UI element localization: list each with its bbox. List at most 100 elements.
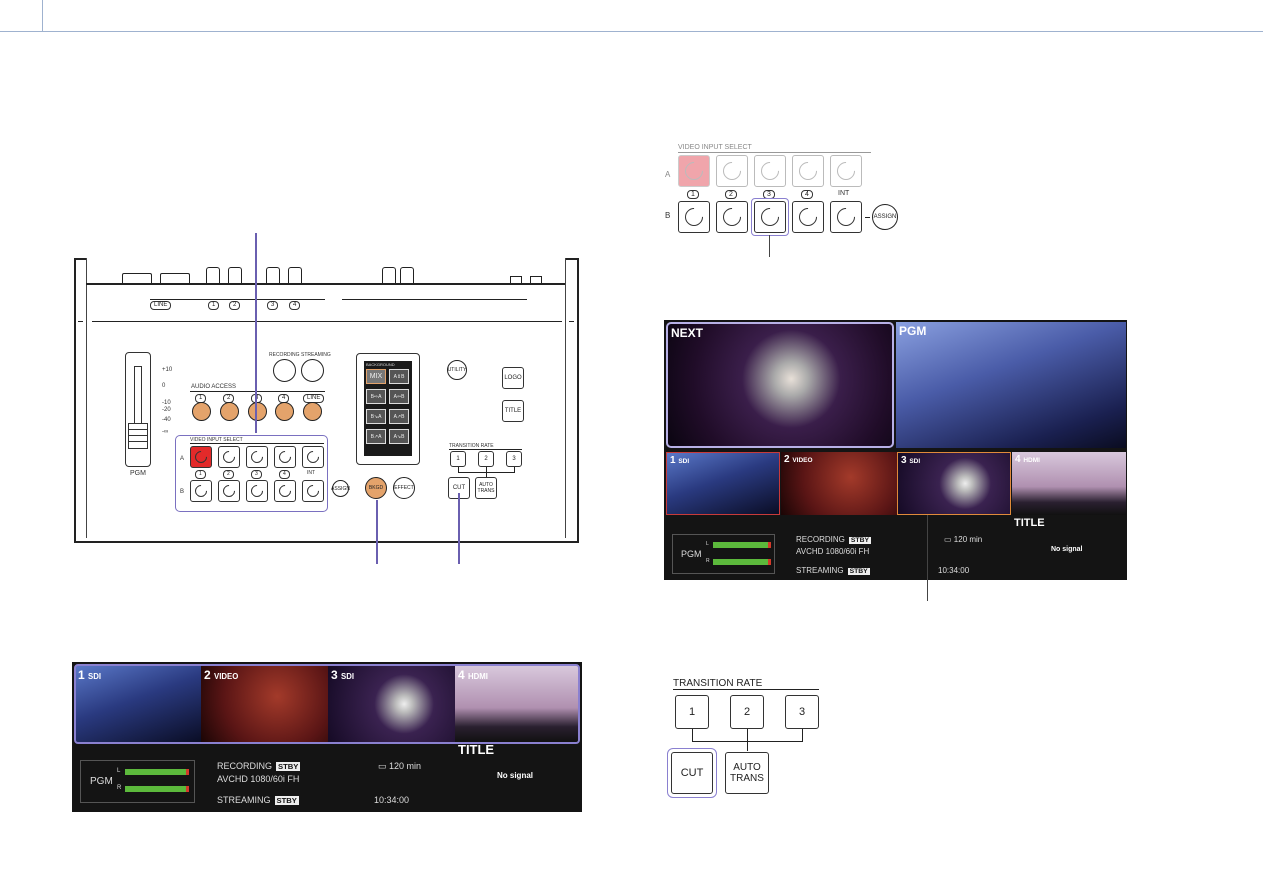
audio-access-title: AUDIO ACCESS bbox=[191, 384, 237, 390]
top-input-1-preview[interactable]: 1 SDI bbox=[666, 452, 780, 515]
input-4-preview[interactable]: 4 HDMI bbox=[455, 666, 579, 742]
streaming-button[interactable] bbox=[301, 359, 324, 382]
tr-zoom-1-button[interactable]: 1 bbox=[675, 695, 709, 729]
top-meter-l-bar bbox=[713, 542, 772, 548]
input-b-2-button[interactable] bbox=[218, 480, 240, 502]
background-effect-button[interactable]: A↗B bbox=[389, 409, 409, 424]
input-b-1-button[interactable] bbox=[190, 480, 212, 502]
vis-zoom-row-a: A bbox=[665, 170, 671, 179]
top-input-3-preview[interactable]: 3 SDI bbox=[897, 452, 1011, 515]
recording-status: RECORDING STBY bbox=[217, 761, 301, 771]
input-a-2-button[interactable] bbox=[218, 446, 240, 468]
vis-zoom-b-3-button[interactable] bbox=[754, 201, 786, 233]
fader-scale-3: -20 bbox=[162, 407, 171, 413]
header-divider bbox=[42, 0, 43, 31]
multiview-monitor-bottom: 1 SDI 2 VIDEO 3 SDI 4 HDMI TITLE PGM L R… bbox=[72, 662, 582, 812]
no-signal-label: No signal bbox=[497, 771, 534, 780]
format-label: AVCHD 1080/60i FH bbox=[217, 774, 300, 784]
transition-rate-1-button[interactable]: 1 bbox=[450, 451, 466, 467]
input-b-4-button[interactable] bbox=[274, 480, 296, 502]
next-label: NEXT bbox=[671, 326, 704, 340]
vis-zoom-b-2-button[interactable] bbox=[716, 201, 748, 233]
assign-button[interactable]: ASSIGN bbox=[331, 480, 350, 497]
vis-zoom-b-1-button[interactable] bbox=[678, 201, 710, 233]
top-meter-r-bar bbox=[713, 559, 772, 565]
tr-zoom-cut-button[interactable]: CUT bbox=[671, 752, 713, 794]
input-label-1: 1 bbox=[195, 470, 206, 479]
vis-zoom-a-1-button[interactable] bbox=[678, 155, 710, 187]
input-a-3-button[interactable] bbox=[246, 446, 268, 468]
top-input-2-preview[interactable]: 2 VIDEO bbox=[781, 452, 897, 515]
fader-label: PGM bbox=[130, 470, 146, 477]
fader-knob[interactable] bbox=[128, 423, 148, 449]
title-button[interactable]: TITLE bbox=[502, 400, 524, 422]
input-b-int-button[interactable] bbox=[302, 480, 324, 502]
callout-line-bkgd bbox=[376, 500, 378, 564]
input-2-preview[interactable]: 2 VIDEO bbox=[201, 666, 328, 742]
jack-label-4: 4 bbox=[289, 301, 301, 310]
input-label-4: 4 bbox=[279, 470, 290, 479]
vis-zoom-b-int-button[interactable] bbox=[830, 201, 862, 233]
background-effect-button[interactable]: A⇦B bbox=[389, 389, 409, 404]
vis-zoom-assign-button[interactable]: ASSIGN bbox=[872, 204, 898, 230]
jack-label-3: 3 bbox=[267, 301, 279, 310]
recording-button[interactable] bbox=[273, 359, 296, 382]
vis-zoom-a-4-button[interactable] bbox=[792, 155, 824, 187]
top-meter-r-label: R bbox=[706, 558, 710, 564]
tr-zoom-2-button[interactable]: 2 bbox=[730, 695, 764, 729]
top-title-label: TITLE bbox=[1014, 517, 1045, 529]
top-pgm-audio-meter: PGM L R bbox=[672, 534, 775, 574]
vis-zoom-label-int: INT bbox=[838, 190, 850, 197]
next-preview[interactable]: NEXT bbox=[666, 322, 894, 448]
audio-access-button-3[interactable] bbox=[248, 402, 267, 421]
background-effect-button[interactable]: A⇕B bbox=[389, 369, 409, 384]
transition-rate-2-button[interactable]: 2 bbox=[478, 451, 494, 467]
audio-access-button-2[interactable] bbox=[220, 402, 239, 421]
input-b-3-button[interactable] bbox=[246, 480, 268, 502]
vis-zoom-a-int-button[interactable] bbox=[830, 155, 862, 187]
bkgd-button[interactable]: BKGD bbox=[365, 477, 387, 499]
tr-zoom-3-button[interactable]: 3 bbox=[785, 695, 819, 729]
streaming-status: STREAMING STBY bbox=[217, 795, 299, 805]
pgm-label: PGM bbox=[899, 324, 927, 338]
top-media-icon: ▭ bbox=[944, 535, 952, 544]
vis-zoom-row-b: B bbox=[665, 211, 671, 220]
meter-r-label: R bbox=[117, 785, 122, 791]
header-rule bbox=[0, 31, 1263, 32]
input-3-preview[interactable]: 3 SDI bbox=[328, 666, 455, 742]
device-diagram: LINE 1 2 3 4 +10 0 -10 -20 -40 -∞ PGM AU… bbox=[70, 255, 590, 545]
effect-button[interactable]: EFFECT bbox=[393, 477, 415, 499]
top-input-4-preview[interactable]: 4 HDMI bbox=[1012, 452, 1126, 515]
vis-zoom-a-2-button[interactable] bbox=[716, 155, 748, 187]
callout-line-vis bbox=[255, 233, 257, 433]
jack-label-line: LINE bbox=[150, 301, 172, 310]
input-1-preview[interactable]: 1 SDI bbox=[75, 666, 201, 742]
pgm-fader[interactable] bbox=[125, 352, 151, 467]
background-effect-button[interactable]: B↗A bbox=[366, 429, 386, 444]
input-a-1-button[interactable] bbox=[190, 446, 212, 468]
background-effect-button[interactable]: A↘B bbox=[389, 429, 409, 444]
utility-button[interactable]: UTILITY bbox=[447, 360, 467, 380]
input-a-4-button[interactable] bbox=[274, 446, 296, 468]
top-no-signal-label: No signal bbox=[1051, 546, 1083, 553]
input-a-int-button[interactable] bbox=[302, 446, 324, 468]
top-recording-status: RECORDING STBY bbox=[796, 535, 872, 544]
audio-access-button-1[interactable] bbox=[192, 402, 211, 421]
vis-zoom-b-4-button[interactable] bbox=[792, 201, 824, 233]
vis-zoom-a-3-button[interactable] bbox=[754, 155, 786, 187]
callout-vis-zoom bbox=[769, 235, 770, 257]
row-a-label: A bbox=[180, 456, 185, 462]
auto-trans-button[interactable]: AUTO TRANS bbox=[475, 477, 497, 499]
audio-access-button-line[interactable] bbox=[303, 402, 322, 421]
background-effect-button[interactable]: MIX bbox=[366, 369, 386, 384]
tr-zoom-auto-trans-button[interactable]: AUTO TRANS bbox=[725, 752, 769, 794]
video-input-select-group: VIDEO INPUT SELECT A B 1 2 3 4 INT bbox=[175, 435, 328, 512]
background-effect-button[interactable]: B↘A bbox=[366, 409, 386, 424]
transition-rate-3-button[interactable]: 3 bbox=[506, 451, 522, 467]
background-title: BACKGROUND bbox=[366, 362, 395, 367]
vis-zoom-title: VIDEO INPUT SELECT bbox=[678, 144, 752, 151]
trans-label: TRANS bbox=[730, 773, 764, 784]
logo-button[interactable]: LOGO bbox=[502, 367, 524, 389]
background-effect-button[interactable]: B⇨A bbox=[366, 389, 386, 404]
audio-access-button-4[interactable] bbox=[275, 402, 294, 421]
